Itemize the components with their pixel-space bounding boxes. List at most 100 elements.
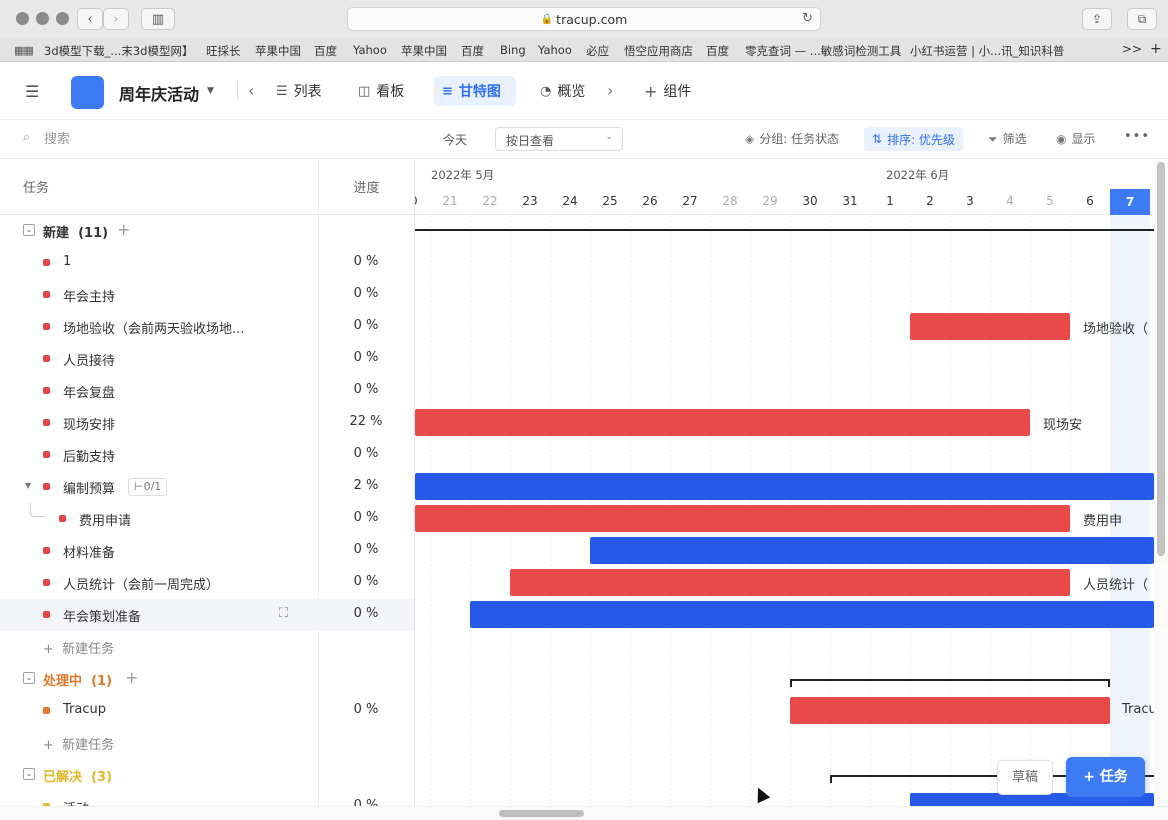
apps-grid-icon[interactable]: ▦▦ — [14, 44, 34, 57]
gantt-bar[interactable] — [415, 505, 1070, 532]
table-row[interactable]: 人员接待 0 % — [0, 343, 414, 375]
group-row-new[interactable]: ⌄ 新建 (11) + — [0, 215, 414, 247]
table-row[interactable]: 年会策划准备 ⛶ 0 % — [0, 599, 414, 631]
today-date-chip[interactable]: 7 — [1110, 189, 1150, 215]
view-scale-select[interactable]: 按日查看 ⌄ — [495, 127, 623, 151]
window-minimize-button[interactable] — [36, 12, 49, 25]
table-row[interactable]: 年会主持 0 % — [0, 279, 414, 311]
new-tab-button[interactable]: + — [1150, 41, 1162, 57]
expand-detail-icon[interactable]: ⛶ — [279, 606, 288, 621]
table-row[interactable]: 费用申请 0 % — [0, 503, 414, 535]
more-icon[interactable]: ••• — [1124, 129, 1150, 144]
forward-button[interactable]: › — [103, 8, 129, 30]
add-task-button[interactable]: + 任务 — [1066, 757, 1145, 797]
table-row[interactable]: 年会复盘 0 % — [0, 375, 414, 407]
vertical-scrollbar-thumb[interactable] — [1157, 162, 1165, 556]
new-task-row[interactable]: + 新建任务 — [0, 631, 414, 663]
add-task-icon[interactable]: + — [125, 668, 138, 687]
tab-overview[interactable]: ◔ 概览 — [532, 76, 593, 106]
bookmark-item[interactable]: Yahoo — [538, 43, 572, 57]
gantt-bar-label: 人员统计（ — [1083, 578, 1149, 593]
sidebar-toggle-button[interactable]: ▥ — [141, 8, 175, 30]
gantt-bar[interactable] — [415, 409, 1030, 436]
group-by-button[interactable]: ◈ 分组: 任务状态 — [745, 130, 839, 147]
display-button[interactable]: ◉ 显示 — [1056, 130, 1096, 147]
bookmark-item[interactable]: 3d模型下载_...末3d模型网】 — [44, 43, 193, 59]
tab-list[interactable]: ☰ 列表 — [268, 76, 330, 106]
horizontal-scrollbar-track[interactable] — [0, 806, 1168, 820]
back-button[interactable]: ‹ — [77, 8, 103, 30]
sort-button[interactable]: ⇅ 排序: 优先级 — [864, 127, 963, 151]
group-by-label: 分组: 任务状态 — [759, 132, 840, 146]
chevron-right-icon: › — [113, 11, 119, 27]
subtask-count-badge[interactable]: ⊢0/1 — [128, 478, 168, 496]
filter-icon: ⏷ — [988, 132, 998, 146]
draft-button[interactable]: 草稿 — [997, 760, 1053, 795]
gantt-timeline[interactable]: 2022年 5月 2022年 6月 20 21 22 23 24 25 26 2… — [415, 159, 1154, 806]
new-task-row[interactable]: + 新建任务 — [0, 727, 414, 759]
bookmarks-more-button[interactable]: >> — [1122, 42, 1142, 56]
table-row[interactable]: 1 0 % — [0, 247, 414, 279]
collapse-menu-icon[interactable]: ☰ — [25, 82, 39, 101]
bookmark-item[interactable]: 苹果中国 — [401, 43, 447, 59]
table-row[interactable]: 后勤支持 0 % — [0, 439, 414, 471]
bookmark-item[interactable]: 旺採长 — [206, 43, 241, 59]
address-bar[interactable]: 🔒 tracup.com ↻ — [347, 7, 821, 31]
chevron-right-icon[interactable]: › — [607, 81, 613, 100]
reload-icon[interactable]: ↻ — [802, 11, 813, 26]
filter-button[interactable]: ⏷ 筛选 — [988, 130, 1027, 147]
table-row[interactable]: 材料准备 0 % — [0, 535, 414, 567]
bookmark-item[interactable]: 必应 — [586, 43, 609, 59]
task-name: 费用申请 — [79, 514, 132, 529]
tab-board[interactable]: ◫ 看板 — [350, 76, 412, 106]
collapse-toggle-icon[interactable]: ⌄ — [23, 672, 35, 684]
new-task-button[interactable]: + 新建任务 — [43, 638, 114, 657]
tabs-overview-button[interactable]: ⧉ — [1127, 8, 1157, 30]
group-summary-line — [415, 229, 1154, 237]
collapse-toggle-icon[interactable]: ⌄ — [23, 224, 35, 236]
task-name: 后勤支持 — [63, 450, 116, 465]
share-button[interactable]: ⇪ — [1082, 8, 1112, 30]
bookmark-item[interactable]: Bing — [500, 43, 526, 57]
chevron-left-icon[interactable]: ‹ — [248, 81, 254, 100]
gantt-bar[interactable] — [790, 697, 1110, 724]
table-row[interactable]: Tracup 0 % — [0, 695, 414, 727]
group-row-resolved[interactable]: ⌄ 已解决 (3) — [0, 759, 414, 791]
group-label: 新建 (11) — [43, 226, 109, 241]
caret-down-icon[interactable]: ▼ — [207, 86, 214, 96]
horizontal-scrollbar-thumb[interactable] — [499, 810, 584, 817]
window-close-button[interactable] — [16, 12, 29, 25]
table-row[interactable]: 场地验收（会前两天验收场地... 0 % — [0, 311, 414, 343]
table-row[interactable]: 现场安排 22 % — [0, 407, 414, 439]
gantt-bar[interactable] — [910, 313, 1070, 340]
gantt-bar[interactable] — [470, 601, 1154, 628]
add-task-icon[interactable]: + — [117, 220, 130, 239]
gantt-bar[interactable] — [415, 473, 1154, 500]
month-label: 2022年 6月 — [886, 168, 950, 182]
priority-dot — [43, 611, 50, 618]
gantt-bar[interactable] — [510, 569, 1070, 596]
today-button[interactable]: 今天 — [443, 131, 467, 148]
bookmark-item[interactable]: 百度 — [314, 43, 337, 59]
project-title[interactable]: 周年庆活动 — [119, 81, 199, 105]
bookmark-item[interactable]: 百度 — [461, 43, 484, 59]
caret-down-icon[interactable]: ▼ — [25, 481, 31, 490]
bookmark-item[interactable]: 小红书运营 | 小...讯_知识科普 — [910, 43, 1064, 59]
table-row[interactable]: 活动 0 % — [0, 791, 414, 806]
bookmark-item[interactable]: 悟空应用商店 — [624, 43, 693, 59]
bookmark-item[interactable]: 百度 — [706, 43, 729, 59]
collapse-toggle-icon[interactable]: ⌄ — [23, 768, 35, 780]
table-row[interactable]: 人员统计（会前一周完成） 0 % — [0, 567, 414, 599]
window-zoom-button[interactable] — [56, 12, 69, 25]
bookmark-item[interactable]: 苹果中国 — [255, 43, 301, 59]
bookmark-item[interactable]: 零克查词 — ...敏感词检测工具 — [745, 43, 901, 59]
gantt-bar[interactable] — [590, 537, 1154, 564]
new-task-button[interactable]: + 新建任务 — [43, 734, 114, 753]
tab-widgets[interactable]: + 组件 — [636, 76, 699, 106]
task-progress: 0 % — [353, 702, 379, 717]
bookmark-item[interactable]: Yahoo — [353, 43, 387, 57]
search-input[interactable] — [44, 129, 244, 149]
group-row-in-progress[interactable]: ⌄ 处理中 (1) + — [0, 663, 414, 695]
table-row[interactable]: ▼ 编制预算 ⊢0/1 2 % — [0, 471, 414, 503]
tab-gantt[interactable]: ≡ 甘特图 — [434, 76, 516, 106]
